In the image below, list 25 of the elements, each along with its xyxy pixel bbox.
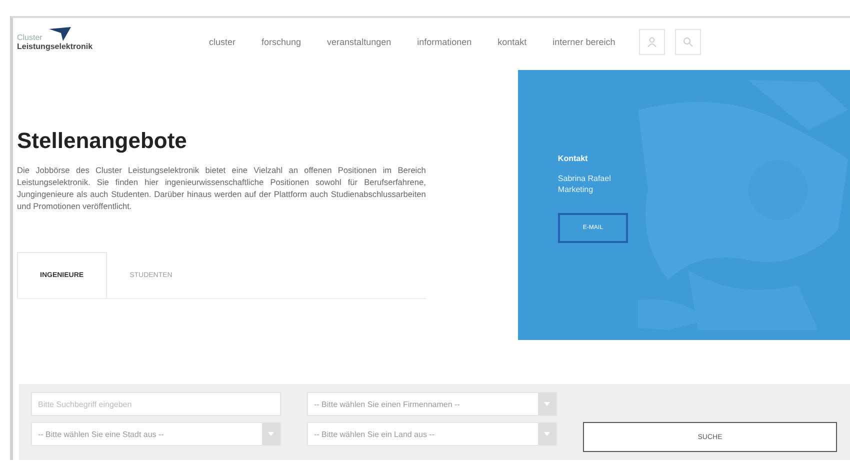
nav-link[interactable]: cluster	[209, 37, 236, 47]
nav-link[interactable]: kontakt	[498, 37, 527, 47]
keyword-field[interactable]: Bitte Suchbegriff eingeben	[31, 392, 281, 416]
logo-text: Cluster	[17, 33, 42, 42]
logo-text: Leistungselektronik	[17, 42, 93, 51]
intro-paragraph: Die Jobbörse des Cluster Leistungselektronik bietet eine Vielzahl an offenen Positionen im Bereich Leistungselektronik. Sie finden hier ingenieurwissenschaftliche Positionen sowohl für Berufserfahrene, Jungingenieure als auch Studenten. Darüber hinaus werden auf der Plattform auch Studienabschlussarbeiten und Promotionen veröffentlicht.	[17, 164, 426, 212]
card-heading: Kontakt	[558, 154, 589, 163]
search-button[interactable]	[675, 29, 702, 55]
nav-link[interactable]: interner bereich	[552, 37, 616, 47]
city-select[interactable]: -- Bitte wählen Sie eine Stadt aus --	[31, 422, 281, 446]
nav-link[interactable]: veranstaltungen	[327, 37, 392, 47]
country-select[interactable]: -- Bitte wählen Sie ein Land aus --	[307, 422, 557, 446]
user-button[interactable]	[639, 29, 666, 55]
nav-link[interactable]: forschung	[262, 37, 302, 47]
page-title: Stellenangebote	[17, 128, 188, 154]
contact-role: Marketing	[558, 184, 594, 195]
user-icon	[647, 37, 658, 47]
company-select[interactable]: -- Bitte wählen Sie einen Firmennamen --	[307, 392, 557, 416]
caret-icon	[538, 423, 556, 445]
caret-icon	[538, 393, 556, 415]
contact-name: Sabrina Rafael	[558, 173, 612, 184]
search-icon	[683, 37, 694, 47]
nav-link[interactable]: informationen	[417, 37, 472, 47]
logo-icon	[49, 27, 71, 41]
caret-icon	[262, 423, 280, 445]
